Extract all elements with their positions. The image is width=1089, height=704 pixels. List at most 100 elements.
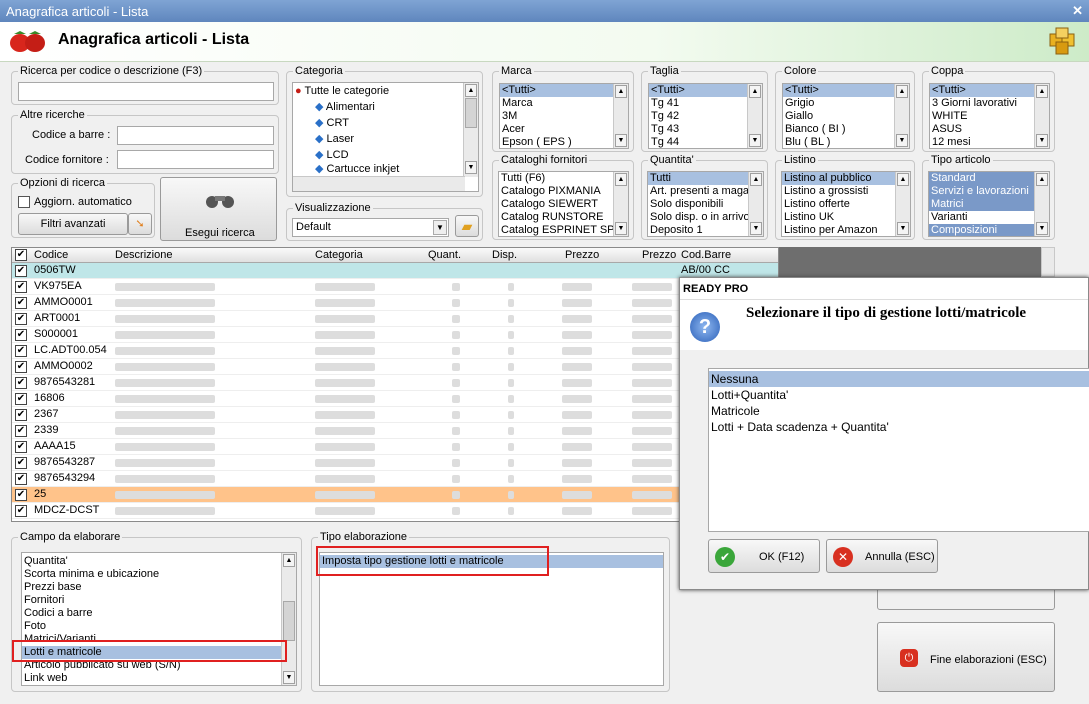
categoria-hscrollbar[interactable] <box>293 176 465 191</box>
list-item[interactable]: ASUS <box>930 123 1049 136</box>
table-row[interactable]: ✔ LC.ADT00.054 <box>12 343 778 359</box>
row-checkbox[interactable]: ✔ <box>15 441 27 453</box>
list-item[interactable]: Tg 42 <box>649 110 762 123</box>
col-codice[interactable]: Codice <box>34 249 68 261</box>
campo-scrollbar[interactable]: ▲ ▼ <box>281 553 296 685</box>
fine-elaborazioni-button[interactable]: ⏻ Fine elaborazioni (ESC) <box>877 622 1055 692</box>
list-item[interactable]: Tg 44 <box>649 136 762 148</box>
chevron-down-icon[interactable]: ▼ <box>433 220 447 235</box>
table-row[interactable]: ✔ ART0001 <box>12 311 778 327</box>
list-item[interactable]: Listino per Amazon <box>782 224 910 236</box>
list-item[interactable]: Listino al pubblico <box>782 172 910 185</box>
colore-scrollbar[interactable]: ▲ ▼ <box>894 84 909 148</box>
row-checkbox[interactable]: ✔ <box>15 313 27 325</box>
table-row[interactable]: ✔ 2367 <box>12 407 778 423</box>
list-item[interactable]: Blu ( BL ) <box>783 136 909 148</box>
visualizzazione-select[interactable]: Default ▼ <box>292 218 449 237</box>
grid-scrollbar[interactable] <box>1041 247 1055 277</box>
coppa-scrollbar[interactable]: ▲ ▼ <box>1034 84 1049 148</box>
list-item[interactable]: Acer <box>500 123 628 136</box>
list-item[interactable]: Catalogo SIEWERT <box>499 198 628 211</box>
row-checkbox[interactable]: ✔ <box>15 409 27 421</box>
colore-list[interactable]: <Tutti> Grigio Giallo Bianco ( BI ) Blu ( BL… <box>782 83 910 149</box>
row-checkbox[interactable]: ✔ <box>15 361 27 373</box>
header-select-all-checkbox[interactable]: ✔ <box>15 249 27 261</box>
tipo-articolo-list[interactable]: Standard Servizi e lavorazioni Matrici Vari… <box>928 171 1050 237</box>
folder-button[interactable]: ▰ <box>455 215 479 237</box>
list-item[interactable]: Fornitori <box>22 594 296 607</box>
list-item[interactable]: Servizi e lavorazioni <box>929 185 1049 198</box>
table-row[interactable]: ✔ S000001 <box>12 327 778 343</box>
list-item-selected[interactable]: Nessuna <box>709 371 1089 387</box>
list-item[interactable]: Marca <box>500 97 628 110</box>
list-item[interactable]: Composizioni <box>929 224 1049 236</box>
table-row[interactable]: ✔ VK975EA <box>12 279 778 295</box>
taglia-list[interactable]: <Tutti> Tg 41 Tg 42 Tg 43 Tg 44 ▲ ▼ <box>648 83 763 149</box>
list-item[interactable]: Epson ( EPS ) <box>500 136 628 148</box>
row-checkbox[interactable]: ✔ <box>15 489 27 501</box>
ok-button[interactable]: ✔ OK (F12) <box>708 539 820 573</box>
filter-arrow-icon[interactable]: ➘ <box>128 213 152 235</box>
col-prezzo2[interactable]: Prezzo <box>642 249 676 261</box>
table-row[interactable]: ✔ 9876543281 <box>12 375 778 391</box>
listino-scrollbar[interactable]: ▲ ▼ <box>895 172 910 236</box>
cubes-icon[interactable] <box>1047 26 1077 56</box>
list-item[interactable]: Bianco ( BI ) <box>783 123 909 136</box>
search-input[interactable] <box>18 82 274 101</box>
list-item[interactable]: Listino offerte <box>782 198 910 211</box>
dialog-options-list[interactable]: Nessuna Lotti+Quantita' Matricole Lotti … <box>708 368 1089 532</box>
list-item[interactable]: Link web <box>22 672 296 685</box>
campo-list[interactable]: Quantita' Scorta minima e ubicazione Prezz… <box>21 552 297 686</box>
marca-list[interactable]: <Tutti> Marca 3M Acer Epson ( EPS ) ▲ ▼ <box>499 83 629 149</box>
col-codbarre[interactable]: Cod.Barre <box>681 249 731 261</box>
col-categoria[interactable]: Categoria <box>315 249 363 261</box>
tipo-articolo-scrollbar[interactable]: ▲ ▼ <box>1034 172 1049 236</box>
marca-scrollbar[interactable]: ▲ ▼ <box>613 84 628 148</box>
tree-item[interactable]: ◆ CRT <box>293 115 478 131</box>
list-item[interactable]: <Tutti> <box>930 84 1049 97</box>
list-item[interactable]: Foto <box>22 620 296 633</box>
tree-root[interactable]: ● Tutte le categorie <box>293 83 478 99</box>
list-item[interactable]: Solo disp. o in arrivo <box>648 211 763 224</box>
close-icon[interactable]: ✕ <box>1072 3 1083 19</box>
table-row[interactable]: ✔ AAAA15 <box>12 439 778 455</box>
row-checkbox[interactable]: ✔ <box>15 281 27 293</box>
list-item[interactable]: Catalog ESPRINET SPA <box>499 224 628 236</box>
list-item[interactable]: <Tutti> <box>649 84 762 97</box>
list-item[interactable]: Tutti <box>648 172 763 185</box>
list-item[interactable]: Giallo <box>783 110 909 123</box>
tree-item[interactable]: ◆ Laser <box>293 131 478 147</box>
list-item[interactable]: <Tutti> <box>500 84 628 97</box>
list-item[interactable]: Lotti+Quantita' <box>709 387 1089 403</box>
list-item[interactable]: Prezzi base <box>22 581 296 594</box>
table-row[interactable]: ✔ 16806 <box>12 391 778 407</box>
list-item[interactable]: <Tutti> <box>783 84 909 97</box>
table-row[interactable]: ✔ MDCZ-DCST <box>12 503 778 519</box>
cataloghi-list[interactable]: Tutti (F6) Catalogo PIXMANIA Catalogo SIEW… <box>498 171 629 237</box>
quantita-list[interactable]: Tutti Art. presenti a magazzino Solo dispo… <box>647 171 764 237</box>
row-checkbox[interactable]: ✔ <box>15 473 27 485</box>
list-item[interactable]: 3 Giorni lavorativi <box>930 97 1049 110</box>
coppa-list[interactable]: <Tutti> 3 Giorni lavorativi WHITE ASUS 12 me… <box>929 83 1050 149</box>
list-item[interactable]: Listino a grossisti <box>782 185 910 198</box>
col-descrizione[interactable]: Descrizione <box>115 249 172 261</box>
list-item[interactable]: WHITE <box>930 110 1049 123</box>
row-checkbox[interactable]: ✔ <box>15 457 27 469</box>
list-item[interactable]: Tg 41 <box>649 97 762 110</box>
list-item[interactable]: Solo disponibili <box>648 198 763 211</box>
list-item[interactable]: Grigio <box>783 97 909 110</box>
table-row[interactable]: ✔ 25 <box>12 487 778 503</box>
list-item[interactable]: Scorta minima e ubicazione <box>22 568 296 581</box>
list-item[interactable]: Lotti + Data scadenza + Quantita' <box>709 419 1089 435</box>
list-item[interactable]: Standard <box>929 172 1049 185</box>
col-quant[interactable]: Quant. <box>428 249 461 261</box>
barcode-input[interactable] <box>117 126 274 145</box>
col-disp[interactable]: Disp. <box>492 249 517 261</box>
row-checkbox[interactable]: ✔ <box>15 377 27 389</box>
taglia-scrollbar[interactable]: ▲ ▼ <box>747 84 762 148</box>
list-item[interactable]: Deposito 1 <box>648 224 763 236</box>
auto-update-checkbox[interactable] <box>18 196 30 208</box>
categoria-scrollbar[interactable]: ▲ ▼ <box>463 83 478 177</box>
table-row[interactable]: ✔ 2339 <box>12 423 778 439</box>
tree-item[interactable]: ◆ Alimentari <box>293 99 478 115</box>
